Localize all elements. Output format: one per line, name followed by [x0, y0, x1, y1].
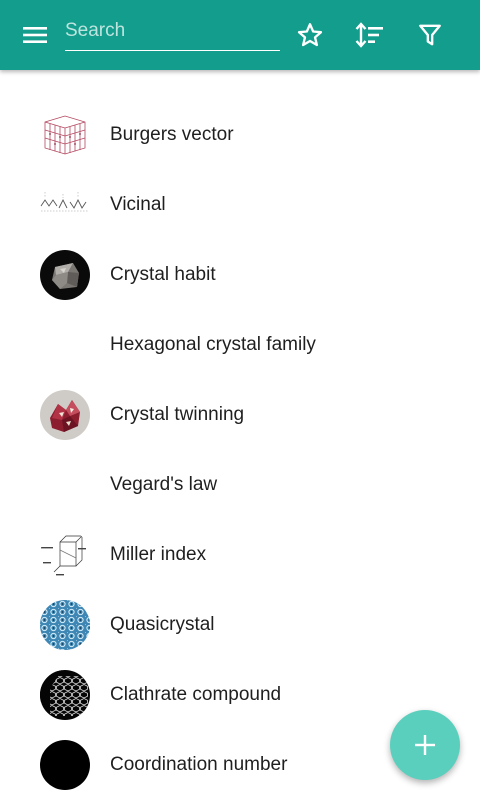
quasicrystal-thumbnail — [40, 600, 90, 650]
article-title: Vicinal — [110, 194, 166, 215]
miller-index-thumbnail — [40, 530, 90, 580]
list-item[interactable]: Vicinal — [0, 170, 480, 240]
article-title: Coordination number — [110, 754, 288, 775]
filter-icon — [419, 24, 441, 46]
article-title: Vegard's law — [110, 474, 218, 495]
search-field[interactable] — [65, 14, 280, 51]
article-title: Hexagonal crystal family — [110, 334, 316, 355]
favorites-button[interactable] — [292, 17, 328, 53]
article-list: Burgers vector Vicinal Crystal habit Hex… — [0, 100, 480, 800]
app-bar — [0, 0, 480, 70]
article-title: Burgers vector — [110, 124, 234, 145]
list-item[interactable]: Miller index — [0, 520, 480, 590]
vicinal-thumbnail — [40, 180, 90, 230]
star-outline-icon — [297, 23, 323, 47]
list-item[interactable]: Hexagonal crystal family — [0, 310, 480, 380]
burgers-vector-thumbnail — [40, 110, 90, 160]
sort-icon — [355, 22, 383, 48]
article-title: Quasicrystal — [110, 614, 215, 635]
list-item[interactable]: Crystal twinning — [0, 380, 480, 450]
sort-button[interactable] — [352, 17, 388, 53]
article-title: Miller index — [110, 544, 207, 565]
article-title: Crystal twinning — [110, 404, 245, 425]
search-input[interactable] — [65, 14, 280, 48]
crystal-twinning-thumbnail — [40, 390, 90, 440]
menu-icon — [23, 27, 47, 43]
list-item[interactable]: Vegard's law — [0, 450, 480, 520]
article-title: Clathrate compound — [110, 684, 282, 705]
menu-button[interactable] — [17, 17, 53, 53]
article-title: Crystal habit — [110, 264, 216, 285]
list-item[interactable]: Crystal habit — [0, 240, 480, 310]
coordination-number-thumbnail — [40, 740, 90, 790]
plus-icon — [415, 735, 435, 755]
list-item[interactable]: Burgers vector — [0, 100, 480, 170]
add-button[interactable] — [390, 710, 460, 780]
clathrate-compound-thumbnail — [40, 670, 90, 720]
crystal-habit-thumbnail — [40, 250, 90, 300]
filter-button[interactable] — [412, 17, 448, 53]
list-item[interactable]: Quasicrystal — [0, 590, 480, 660]
